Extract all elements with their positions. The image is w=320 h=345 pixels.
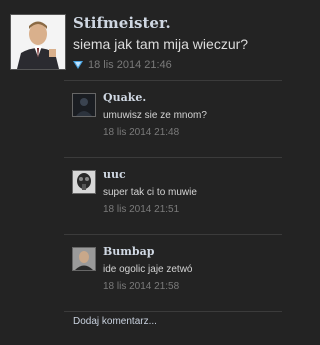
bald-man-avatar-icon: [73, 248, 95, 270]
commenter-avatar[interactable]: [72, 93, 96, 117]
post-meta: 18 lis 2014 21:46: [73, 59, 172, 71]
gasmask-avatar-icon: [73, 171, 95, 193]
comment-list: Quake. umuwisz sie ze mnom? 18 lis 2014 …: [64, 80, 282, 312]
comment-text: ide ogolic jaje zetwó: [103, 264, 193, 275]
comment-timestamp: 18 lis 2014 21:51: [103, 204, 180, 215]
comment-item: uuc super tak ci to muwie 18 lis 2014 21…: [64, 158, 282, 235]
comment-author[interactable]: Bumbap: [103, 245, 154, 258]
comment-item: Bumbap ide ogolic jaje zetwó 18 lis 2014…: [64, 235, 282, 312]
comment-text: umuwisz sie ze mnom?: [103, 110, 207, 121]
post-text: siema jak tam mija wieczur?: [73, 36, 249, 52]
dark-avatar-icon: [73, 94, 95, 116]
post-timestamp: 18 lis 2014 21:46: [88, 59, 172, 71]
comment-timestamp: 18 lis 2014 21:48: [103, 127, 180, 138]
comment-item: Quake. umuwisz sie ze mnom? 18 lis 2014 …: [64, 81, 282, 158]
author-avatar[interactable]: [10, 14, 66, 70]
man-in-suit-icon: [11, 15, 65, 69]
comment-text: super tak ci to muwie: [103, 187, 197, 198]
post-author-name[interactable]: Stifmeister.: [73, 14, 171, 32]
comment-author[interactable]: Quake.: [103, 91, 146, 104]
add-comment-link[interactable]: Dodaj komentarz...: [73, 316, 157, 327]
comment-timestamp: 18 lis 2014 21:58: [103, 281, 180, 292]
comment-author[interactable]: uuc: [103, 168, 126, 181]
commenter-avatar[interactable]: [72, 247, 96, 271]
like-icon[interactable]: [73, 60, 83, 70]
commenter-avatar[interactable]: [72, 170, 96, 194]
